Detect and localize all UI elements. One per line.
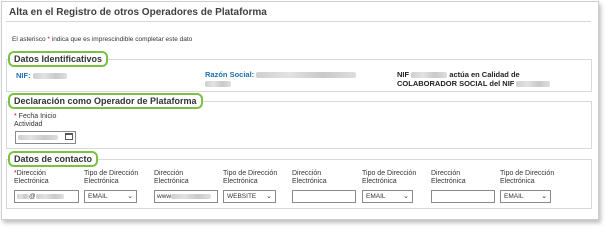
contact-1-dir-label-1: Dirección (16, 170, 46, 177)
contact-1-redacted-a (17, 193, 29, 199)
fecha-inicio-text: Fecha Inicio (16, 113, 57, 120)
contact-1-redacted-b (35, 193, 64, 199)
contact-2-tipo-1: Tipo de Dirección (223, 170, 278, 177)
nif2-value-redacted (411, 72, 448, 79)
chevron-down-icon: ⌄ (127, 193, 133, 200)
contact-2-tipo-value: WEBSITE (227, 193, 257, 200)
contact-1-address-input[interactable]: @ (14, 190, 79, 203)
contact-1-dir-label-2: Electrónica (14, 178, 49, 185)
contact-3-address-input[interactable] (292, 190, 356, 203)
contact-3-tipo-1: Tipo de Dirección (362, 170, 417, 177)
chevron-down-icon: ⌄ (541, 193, 547, 200)
contact-4-tipo-label: Tipo de Dirección Electrónica (500, 170, 554, 186)
contact-4-tipo-2: Electrónica (500, 178, 535, 185)
contact-2-tipo-select[interactable]: WEBSITE ⌄ (223, 190, 276, 203)
fecha-inicio-input[interactable] (15, 131, 76, 144)
fecha-inicio-label: * Fecha Inicio Actividad (14, 113, 56, 129)
razon-social-label: Razón Social: (205, 70, 255, 79)
section-title-declaracion: Declaración como Operador de Plataforma (8, 93, 203, 109)
page-title: Alta en el Registro de otros Operadores … (9, 7, 267, 18)
required-note-text: indica que es imprescindible completar e… (49, 36, 193, 43)
nif-label: NIF: (16, 71, 31, 80)
contact-3-tipo-label: Tipo de Dirección Electrónica (362, 170, 416, 186)
contact-3-tipo-value: EMAIL (366, 193, 386, 200)
section-title-identificativos: Datos Identificativos (8, 51, 109, 67)
contact-4-dir-label: Dirección Electrónica (431, 170, 466, 186)
contact-1-tipo-1: Tipo de Dirección (84, 170, 139, 177)
chevron-down-icon: ⌄ (403, 193, 409, 200)
contact-3-tipo-select[interactable]: EMAIL ⌄ (362, 190, 413, 203)
contact-4-address-input[interactable] (431, 190, 495, 203)
contact-4-dir-label-1: Dirección (431, 170, 461, 177)
razon-social-value-redacted-2 (205, 81, 231, 88)
contact-1-dir-label: *Dirección Electrónica (14, 170, 49, 186)
contact-2-tipo-2: Electrónica (223, 178, 258, 185)
contact-3-dir-label-2: Electrónica (292, 178, 327, 185)
contact-4-tipo-value: EMAIL (504, 193, 524, 200)
contact-3-tipo-2: Electrónica (362, 178, 397, 185)
contact-3-dir-label: Dirección Electrónica (292, 170, 327, 186)
required-note-prefix: El asterisco (12, 36, 48, 43)
contact-2-dir-label-2: Electrónica (154, 178, 189, 185)
section-title-contacto: Datos de contacto (8, 151, 99, 167)
chevron-down-icon: ⌄ (266, 193, 272, 200)
contact-1-tipo-select[interactable]: EMAIL ⌄ (84, 190, 137, 203)
nif-value-redacted (32, 73, 67, 80)
contact-2-value: www (157, 193, 172, 200)
nif-field: NIF: (16, 71, 67, 80)
colaborador-social-text: NIF actúa en Calidad de COLABORADOR SOCI… (397, 70, 551, 88)
required-note: El asterisco * indica que es imprescindi… (12, 36, 192, 43)
nif2-line2: COLABORADOR SOCIAL del NIF (397, 79, 515, 88)
contact-2-dir-label: Dirección Electrónica (154, 170, 189, 186)
fecha-value-redacted (18, 134, 58, 140)
contact-4-tipo-1: Tipo de Dirección (500, 170, 555, 177)
nif2-mid: actúa en Calidad de (447, 70, 520, 79)
nif2-prefix: NIF (397, 70, 410, 79)
title-divider (6, 21, 591, 22)
contact-2-tipo-label: Tipo de Dirección Electrónica (223, 170, 277, 186)
nif3-value-redacted (516, 81, 551, 88)
contact-1-value: @ (29, 193, 36, 200)
contact-1-tipo-2: Electrónica (84, 178, 119, 185)
contact-2-address-input[interactable]: www (154, 190, 218, 203)
contact-1-tipo-value: EMAIL (88, 193, 108, 200)
calendar-icon[interactable] (65, 133, 73, 140)
contact-4-tipo-select[interactable]: EMAIL ⌄ (500, 190, 551, 203)
contact-1-tipo-label: Tipo de Dirección Electrónica (84, 170, 138, 186)
contact-4-dir-label-2: Electrónica (431, 178, 466, 185)
contact-2-dir-label-1: Dirección (154, 170, 184, 177)
contact-3-dir-label-1: Dirección (292, 170, 322, 177)
contact-2-redacted (171, 193, 212, 199)
actividad-text: Actividad (14, 121, 43, 128)
razon-social-value-redacted (256, 72, 357, 79)
razon-social-field: Razón Social: (205, 70, 357, 88)
